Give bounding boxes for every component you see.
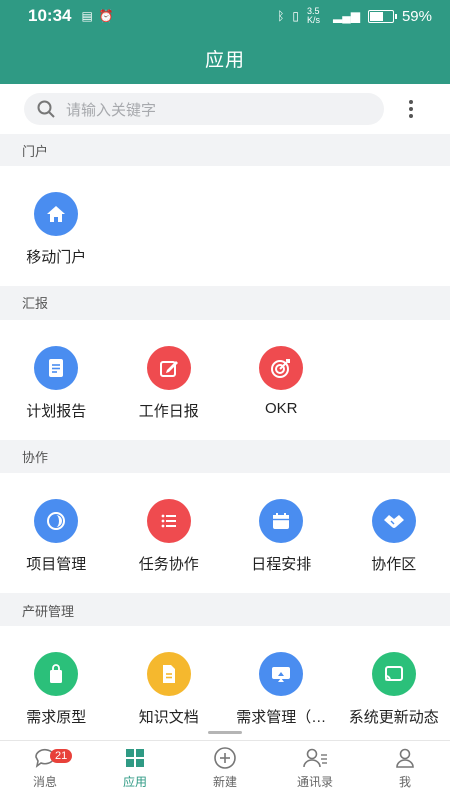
message-notification-icon: ▤ xyxy=(81,9,93,23)
section-report: 计划报告 工作日报 OKR xyxy=(0,320,450,440)
tab-label: 通讯录 xyxy=(296,775,333,789)
search-placeholder: 请输入关键字 xyxy=(66,101,157,119)
add-circle-icon xyxy=(213,746,237,770)
tab-label: 新建 xyxy=(212,775,237,789)
signal-icon: ▂▄▆ xyxy=(333,9,360,23)
tab-label: 我 xyxy=(398,775,411,789)
search-input[interactable]: 请输入关键字 xyxy=(24,93,384,125)
section-title-collab: 协作 xyxy=(0,440,450,472)
section-title-report: 汇报 xyxy=(0,286,450,318)
battery-percent: 59% xyxy=(401,7,432,25)
search-icon xyxy=(37,100,55,118)
app-label: 计划报告 xyxy=(26,403,87,420)
bottom-tab-bar: 消息 21 应用 新建 通讯录 我 xyxy=(0,740,450,800)
person-icon xyxy=(394,746,416,770)
section-portal: 移动门户 xyxy=(0,166,450,286)
document-icon xyxy=(34,346,79,390)
app-label: 知识文档 xyxy=(138,709,199,726)
tab-me[interactable]: 我 xyxy=(360,741,450,800)
app-mobile-portal[interactable]: 移动门户 xyxy=(0,166,113,286)
grid-icon xyxy=(124,746,146,770)
app-system-updates[interactable]: 系统更新动态 xyxy=(338,626,450,740)
calendar-icon xyxy=(259,499,304,543)
section-title-rd: 产研管理 xyxy=(0,594,450,626)
monitor-icon xyxy=(259,652,304,696)
project-icon xyxy=(34,499,79,543)
cast-icon xyxy=(371,652,416,696)
status-bar: 10:34 ▤ ⏰ ᛒ ▯ 3.5 K/s ▂▄▆ 59% xyxy=(0,0,450,32)
app-label: 系统更新动态 xyxy=(348,709,439,726)
app-label: 工作日报 xyxy=(138,403,199,420)
net-speed: 3.5 K/s xyxy=(307,6,321,25)
app-label: 任务协作 xyxy=(138,556,199,573)
app-plan-report[interactable]: 计划报告 xyxy=(0,320,113,440)
section-collab: 项目管理 任务协作 日程安排 协作区 xyxy=(0,473,450,593)
tab-apps[interactable]: 应用 xyxy=(90,741,180,800)
tab-new[interactable]: 新建 xyxy=(180,741,270,800)
drag-handle[interactable] xyxy=(208,731,242,734)
tab-label: 应用 xyxy=(122,775,147,789)
handshake-icon xyxy=(371,499,416,543)
contacts-icon xyxy=(302,746,328,770)
target-icon xyxy=(259,346,304,390)
bag-icon xyxy=(34,652,79,696)
app-okr[interactable]: OKR xyxy=(225,320,338,440)
section-title-portal: 门户 xyxy=(0,134,450,166)
app-daily-report[interactable]: 工作日报 xyxy=(113,320,226,440)
search-bar: 请输入关键字 xyxy=(0,84,450,134)
app-label: 需求原型 xyxy=(26,709,87,726)
edit-icon xyxy=(146,346,191,390)
bluetooth-icon: ᛒ xyxy=(277,9,285,23)
more-vertical-icon[interactable] xyxy=(396,94,426,124)
vibrate-icon: ▯ xyxy=(292,9,299,23)
home-icon xyxy=(34,192,79,236)
tab-messages[interactable]: 消息 21 xyxy=(0,741,90,800)
unread-badge: 21 xyxy=(50,749,73,763)
app-label: 协作区 xyxy=(371,556,417,573)
app-requirement-prototype[interactable]: 需求原型 xyxy=(0,626,113,740)
app-label: 移动门户 xyxy=(26,249,87,266)
list-icon xyxy=(146,499,191,543)
tab-contacts[interactable]: 通讯录 xyxy=(270,741,360,800)
app-label: 需求管理（… xyxy=(236,709,327,726)
app-project-management[interactable]: 项目管理 xyxy=(0,473,113,593)
app-requirement-management[interactable]: 需求管理（… xyxy=(225,626,338,740)
page-title: 应用 xyxy=(0,32,450,84)
app-schedule[interactable]: 日程安排 xyxy=(225,473,338,593)
tab-label: 消息 xyxy=(32,775,57,789)
app-label: 项目管理 xyxy=(26,556,87,573)
section-rd: 需求原型 知识文档 需求管理（… 系统更新动态 xyxy=(0,626,450,740)
app-label: OKR xyxy=(264,400,298,417)
battery-icon xyxy=(367,9,397,23)
file-icon xyxy=(146,652,191,696)
app-collab-zone[interactable]: 协作区 xyxy=(338,473,450,593)
app-task-collab[interactable]: 任务协作 xyxy=(113,473,226,593)
status-time: 10:34 xyxy=(28,6,72,25)
app-label: 日程安排 xyxy=(251,556,312,573)
app-knowledge-doc[interactable]: 知识文档 xyxy=(113,626,226,740)
alarm-icon: ⏰ xyxy=(98,9,114,23)
